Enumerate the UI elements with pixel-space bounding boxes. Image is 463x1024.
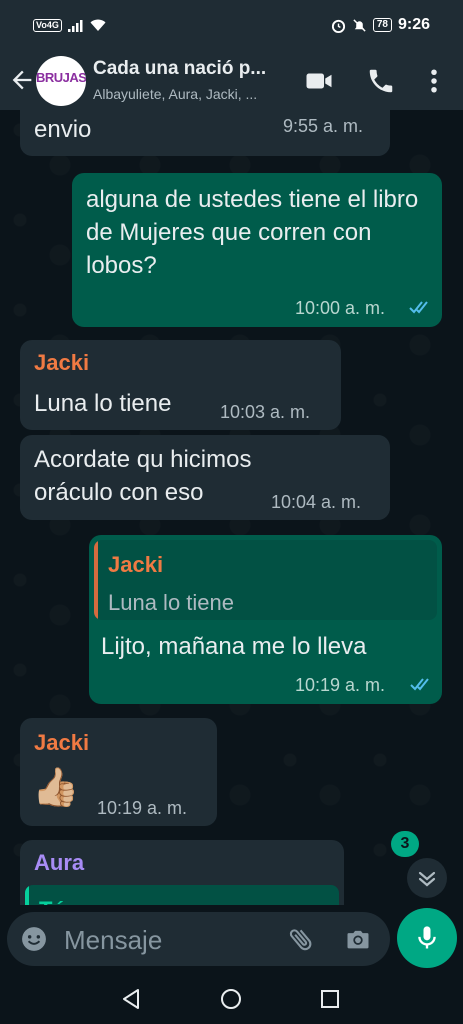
wifi-icon bbox=[90, 19, 106, 31]
nav-back-icon[interactable] bbox=[120, 988, 142, 1010]
message-bubble-outgoing[interactable]: alguna de ustedes tiene el libro de Muje… bbox=[72, 173, 442, 327]
back-arrow-icon[interactable] bbox=[8, 66, 36, 94]
message-time: 10:00 a. m. bbox=[295, 298, 386, 318]
message-text: alguna de ustedes tiene el libro de Muje… bbox=[86, 186, 419, 279]
battery-level: 78 bbox=[372, 18, 392, 32]
message-text: envio bbox=[34, 116, 92, 143]
message-text: Lijto, mañana me lo lleva bbox=[101, 633, 367, 660]
attach-icon[interactable] bbox=[287, 925, 315, 953]
quote-text: Luna lo tiene bbox=[108, 590, 234, 615]
quote-sender: Tú bbox=[39, 897, 66, 905]
group-members[interactable]: Albayuliete, Aura, Jacki, ... bbox=[93, 86, 257, 102]
more-vert-icon[interactable] bbox=[419, 66, 449, 96]
voice-call-icon[interactable] bbox=[366, 66, 396, 96]
message-time: 10:19 a. m. bbox=[295, 675, 386, 695]
quote-bar bbox=[94, 540, 98, 620]
avatar-logo-text: BRUJAS bbox=[36, 70, 86, 85]
unread-count-badge: 3 bbox=[391, 831, 419, 857]
volte-badge: Vo4G bbox=[33, 19, 62, 32]
read-ticks-icon bbox=[409, 301, 428, 314]
message-bubble-outgoing[interactable]: Jacki Luna lo tiene Lijto, mañana me lo … bbox=[89, 535, 442, 704]
status-right: 78 9:26 bbox=[331, 16, 430, 34]
mic-icon bbox=[418, 926, 436, 949]
status-bar: Vo4G 78 9:26 bbox=[0, 0, 463, 52]
message-bubble-incoming[interactable]: Aura Tú bbox=[20, 840, 344, 905]
emoji-icon[interactable] bbox=[21, 926, 47, 952]
sender-name[interactable]: Aura bbox=[34, 850, 84, 876]
sender-name[interactable]: Jacki bbox=[34, 350, 89, 376]
message-composer bbox=[7, 912, 390, 966]
signal-icon bbox=[67, 19, 83, 32]
mute-bell-icon bbox=[353, 18, 366, 32]
message-time: 10:04 a. m. bbox=[271, 492, 362, 512]
message-time: 10:19 a. m. bbox=[97, 798, 188, 818]
group-title[interactable]: Cada una nació p... bbox=[93, 58, 266, 80]
read-ticks-icon bbox=[410, 678, 429, 691]
nav-home-icon[interactable] bbox=[220, 988, 242, 1010]
quoted-message[interactable]: Tú bbox=[25, 885, 339, 905]
sender-name[interactable]: Jacki bbox=[34, 730, 89, 756]
quote-bar bbox=[25, 885, 29, 905]
chat-area[interactable]: envio 9:55 a. m. alguna de ustedes tiene… bbox=[0, 110, 463, 905]
message-text: Luna lo tiene bbox=[34, 390, 172, 417]
quote-sender: Jacki bbox=[108, 552, 164, 577]
chevron-down-icon bbox=[418, 871, 436, 887]
scroll-to-bottom-button[interactable] bbox=[407, 858, 447, 898]
video-call-icon[interactable] bbox=[304, 66, 334, 96]
chat-header: BRUJAS Cada una nació p... Albayuliete, … bbox=[0, 52, 463, 110]
clock: 9:26 bbox=[397, 16, 430, 33]
message-time: 10:03 a. m. bbox=[220, 402, 311, 422]
alarm-icon bbox=[331, 19, 345, 33]
message-bubble-incoming[interactable]: Jacki Luna lo tiene 10:03 a. m. bbox=[20, 340, 341, 430]
message-bubble-incoming[interactable]: Acordate qu hicimos oráculo con eso 10:0… bbox=[20, 435, 390, 520]
voice-record-button[interactable] bbox=[397, 908, 457, 968]
message-time: 9:55 a. m. bbox=[283, 116, 364, 136]
message-bubble-incoming[interactable]: envio 9:55 a. m. bbox=[20, 110, 390, 156]
nav-recents-icon[interactable] bbox=[320, 989, 340, 1009]
status-left: Vo4G bbox=[33, 19, 106, 32]
thumbs-up-emoji: 👍🏼 bbox=[32, 767, 80, 809]
camera-icon[interactable] bbox=[344, 925, 372, 953]
quoted-message[interactable]: Jacki Luna lo tiene bbox=[94, 540, 437, 620]
message-input[interactable] bbox=[62, 922, 266, 958]
group-avatar[interactable]: BRUJAS bbox=[36, 56, 86, 106]
message-bubble-incoming[interactable]: Jacki 👍🏼 10:19 a. m. bbox=[20, 718, 217, 826]
system-nav-bar bbox=[0, 972, 463, 1024]
